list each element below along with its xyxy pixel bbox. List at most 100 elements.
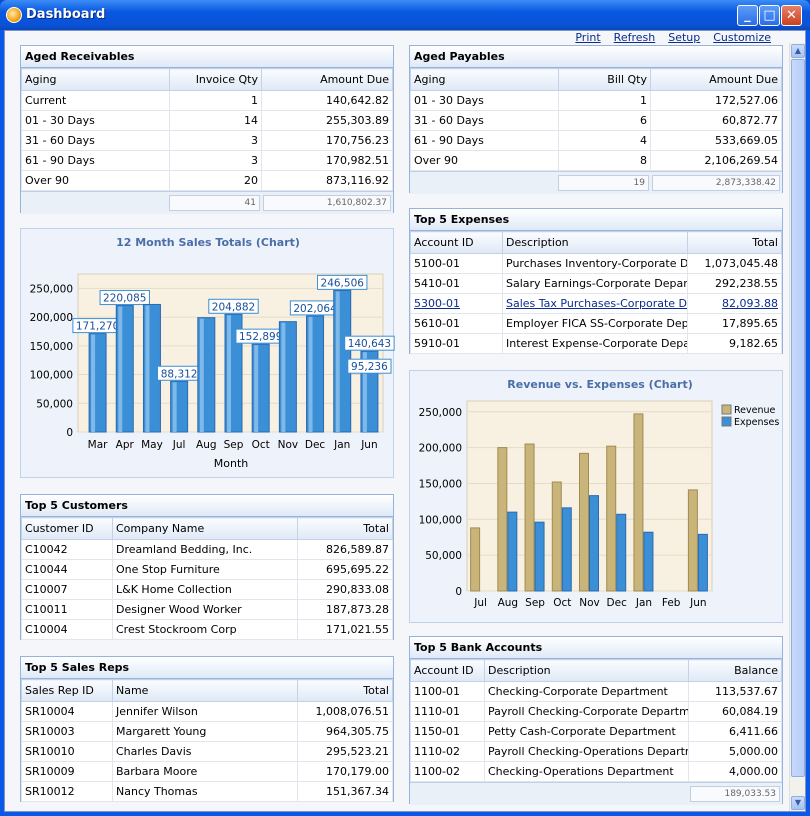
aged-receivables-table: Aging Invoice Qty Amount Due Current 1 140…	[21, 68, 393, 191]
col-header-aging[interactable]: Aging	[410, 68, 559, 91]
table-row-selected[interactable]: 5300-01 Sales Tax Purchases-Corporate Dep…	[410, 293, 782, 314]
col-header-name[interactable]: Name	[112, 679, 298, 702]
col-header-total[interactable]: Total	[297, 679, 393, 702]
cell-account-id: 1100-02	[410, 761, 485, 782]
close-button[interactable]: ✕	[781, 5, 802, 26]
col-header-account-id[interactable]: Account ID	[410, 231, 503, 254]
table-row[interactable]: C10042 Dreamland Bedding, Inc. 826,589.87	[21, 539, 393, 560]
bar-highlight	[118, 306, 123, 432]
x-tick-label: Jul	[172, 439, 186, 451]
cell-customer-id: C10007	[21, 579, 113, 600]
table-row[interactable]: 1110-01 Payroll Checking-Corporate Depart…	[410, 701, 782, 722]
total-invoice-qty: 41	[169, 195, 260, 211]
table-row[interactable]: 5610-01Employer FICA SS-Corporate Depart…	[410, 313, 782, 334]
cell-description: Employer FICA SS-Corporate Departn	[502, 313, 688, 334]
cell-customer-id: C10044	[21, 559, 113, 580]
col-header-invoice-qty[interactable]: Invoice Qty	[169, 68, 262, 91]
table-row[interactable]: 31 - 60 Days 6 60,872.77	[410, 110, 782, 131]
refresh-link[interactable]: Refresh	[614, 31, 656, 45]
data-label: 88,312	[161, 368, 198, 380]
scroll-down-arrow-icon[interactable]: ▼	[791, 796, 805, 810]
total-amount-due: 1,610,802.37	[263, 195, 391, 211]
table-row[interactable]: 61 - 90 Days 3 170,982.51	[21, 150, 393, 171]
table-row[interactable]: C10011 Designer Wood Worker 187,873.28	[21, 599, 393, 620]
table-row[interactable]: 61 - 90 Days 4 533,669.05	[410, 130, 782, 151]
bar-highlight	[145, 305, 150, 432]
cell-account-id: 1110-02	[410, 741, 485, 762]
y-tick-label: 150,000	[419, 478, 462, 490]
table-row[interactable]: 1110-02 Payroll Checking-Operations Depar…	[410, 741, 782, 762]
table-row[interactable]: 1100-01 Checking-Corporate Department 113,…	[410, 681, 782, 702]
scroll-up-arrow-icon[interactable]: ▲	[791, 44, 805, 58]
col-header-balance[interactable]: Balance	[688, 659, 782, 682]
cell-amount: 170,982.51	[261, 150, 393, 171]
expenses-bar-jan	[643, 531, 654, 592]
legend-label-expenses: Expenses	[734, 417, 779, 428]
table-row[interactable]: 5100-01Purchases Inventory-Corporate Dep…	[410, 253, 782, 274]
table-row[interactable]: SR10012 Nancy Thomas 151,367.34	[21, 781, 393, 802]
col-header-company-name[interactable]: Company Name	[112, 517, 298, 540]
cell-balance: 4,000.00	[688, 761, 782, 782]
col-header-description[interactable]: Description	[502, 231, 688, 254]
table-row[interactable]: 5910-01Interest Expense-Corporate Depart…	[410, 333, 782, 354]
panel-title: Top 5 Customers	[21, 495, 393, 517]
table-row[interactable]: 01 - 30 Days 1 172,527.06	[410, 90, 782, 111]
maximize-button[interactable]: □	[759, 5, 780, 26]
cell-rep-id: SR10012	[21, 781, 113, 802]
cell-description: Salary Earnings-Corporate Departmer	[502, 273, 688, 294]
data-label: 140,643	[348, 338, 391, 350]
cell-description: Payroll Checking-Operations Department	[484, 741, 689, 762]
col-header-customer-id[interactable]: Customer ID	[21, 517, 113, 540]
bar-highlight	[281, 322, 286, 432]
scroll-thumb[interactable]	[791, 59, 805, 777]
table-row[interactable]: C10007 L&K Home Collection 290,833.08	[21, 579, 393, 600]
table-row[interactable]: SR10003 Margarett Young 964,305.75	[21, 721, 393, 742]
top-sales-reps-table: Sales Rep ID Name Total SR10004 Jennifer …	[21, 679, 393, 802]
table-row[interactable]: SR10004 Jennifer Wilson 1,008,076.51	[21, 701, 393, 722]
x-tick-label: Nov	[278, 439, 299, 451]
table-row[interactable]: 1150-01 Petty Cash-Corporate Department 6,…	[410, 721, 782, 742]
cell-total: 292,238.55	[687, 273, 782, 294]
col-header-total[interactable]: Total	[687, 231, 782, 254]
cell-qty: 4	[558, 130, 651, 151]
col-header-amount-due[interactable]: Amount Due	[261, 68, 393, 91]
x-tick-label: Apr	[116, 439, 135, 451]
col-header-amount-due[interactable]: Amount Due	[650, 68, 782, 91]
vertical-scrollbar[interactable]: ▲ ▼	[789, 43, 805, 811]
expenses-bar-sep	[534, 521, 545, 592]
table-row[interactable]: C10044 One Stop Furniture 695,695.22	[21, 559, 393, 580]
table-row[interactable]: SR10009 Barbara Moore 170,179.00	[21, 761, 393, 782]
x-tick-label: Dec	[305, 439, 326, 451]
y-tick-label: 100,000	[419, 514, 462, 526]
cell-total: 17,895.65	[687, 313, 782, 334]
col-header-sales-rep-id[interactable]: Sales Rep ID	[21, 679, 113, 702]
customize-link[interactable]: Customize	[713, 31, 771, 45]
table-row[interactable]: Current 1 140,642.82	[21, 90, 393, 111]
print-link[interactable]: Print	[575, 31, 600, 45]
table-row[interactable]: 5410-01Salary Earnings-Corporate Departm…	[410, 273, 782, 294]
top-expenses-panel: Top 5 Expenses Account ID Description To…	[409, 208, 783, 354]
table-row[interactable]: SR10010 Charles Davis 295,523.21	[21, 741, 393, 762]
table-row[interactable]: 31 - 60 Days 3 170,756.23	[21, 130, 393, 151]
col-header-account-id[interactable]: Account ID	[410, 659, 485, 682]
cell-balance: 6,411.66	[688, 721, 782, 742]
cell-aging: 61 - 90 Days	[410, 130, 559, 151]
col-header-aging[interactable]: Aging	[21, 68, 170, 91]
table-row[interactable]: 1100-02 Checking-Operations Department 4,0…	[410, 761, 782, 782]
col-header-description[interactable]: Description	[484, 659, 689, 682]
table-row[interactable]: C10004 Crest Stockroom Corp 171,021.55	[21, 619, 393, 640]
table-row[interactable]: 01 - 30 Days 14 255,303.89	[21, 110, 393, 131]
cell-amount: 172,527.06	[650, 90, 782, 111]
title-bar[interactable]: Dashboard _ □ ✕	[0, 0, 810, 30]
setup-link[interactable]: Setup	[668, 31, 700, 45]
minimize-button[interactable]: _	[737, 5, 758, 26]
table-row[interactable]: Over 90 8 2,106,269.54	[410, 150, 782, 171]
col-header-bill-qty[interactable]: Bill Qty	[558, 68, 651, 91]
col-header-total[interactable]: Total	[297, 517, 393, 540]
cell-account-id: 5910-01	[410, 333, 503, 354]
revenue-bar-nov	[579, 452, 589, 592]
chart-title: 12 Month Sales Totals (Chart)	[116, 236, 300, 249]
table-row[interactable]: Over 90 20 873,116.92	[21, 170, 393, 191]
cell-total: 826,589.87	[297, 539, 393, 560]
cell-rep-id: SR10009	[21, 761, 113, 782]
